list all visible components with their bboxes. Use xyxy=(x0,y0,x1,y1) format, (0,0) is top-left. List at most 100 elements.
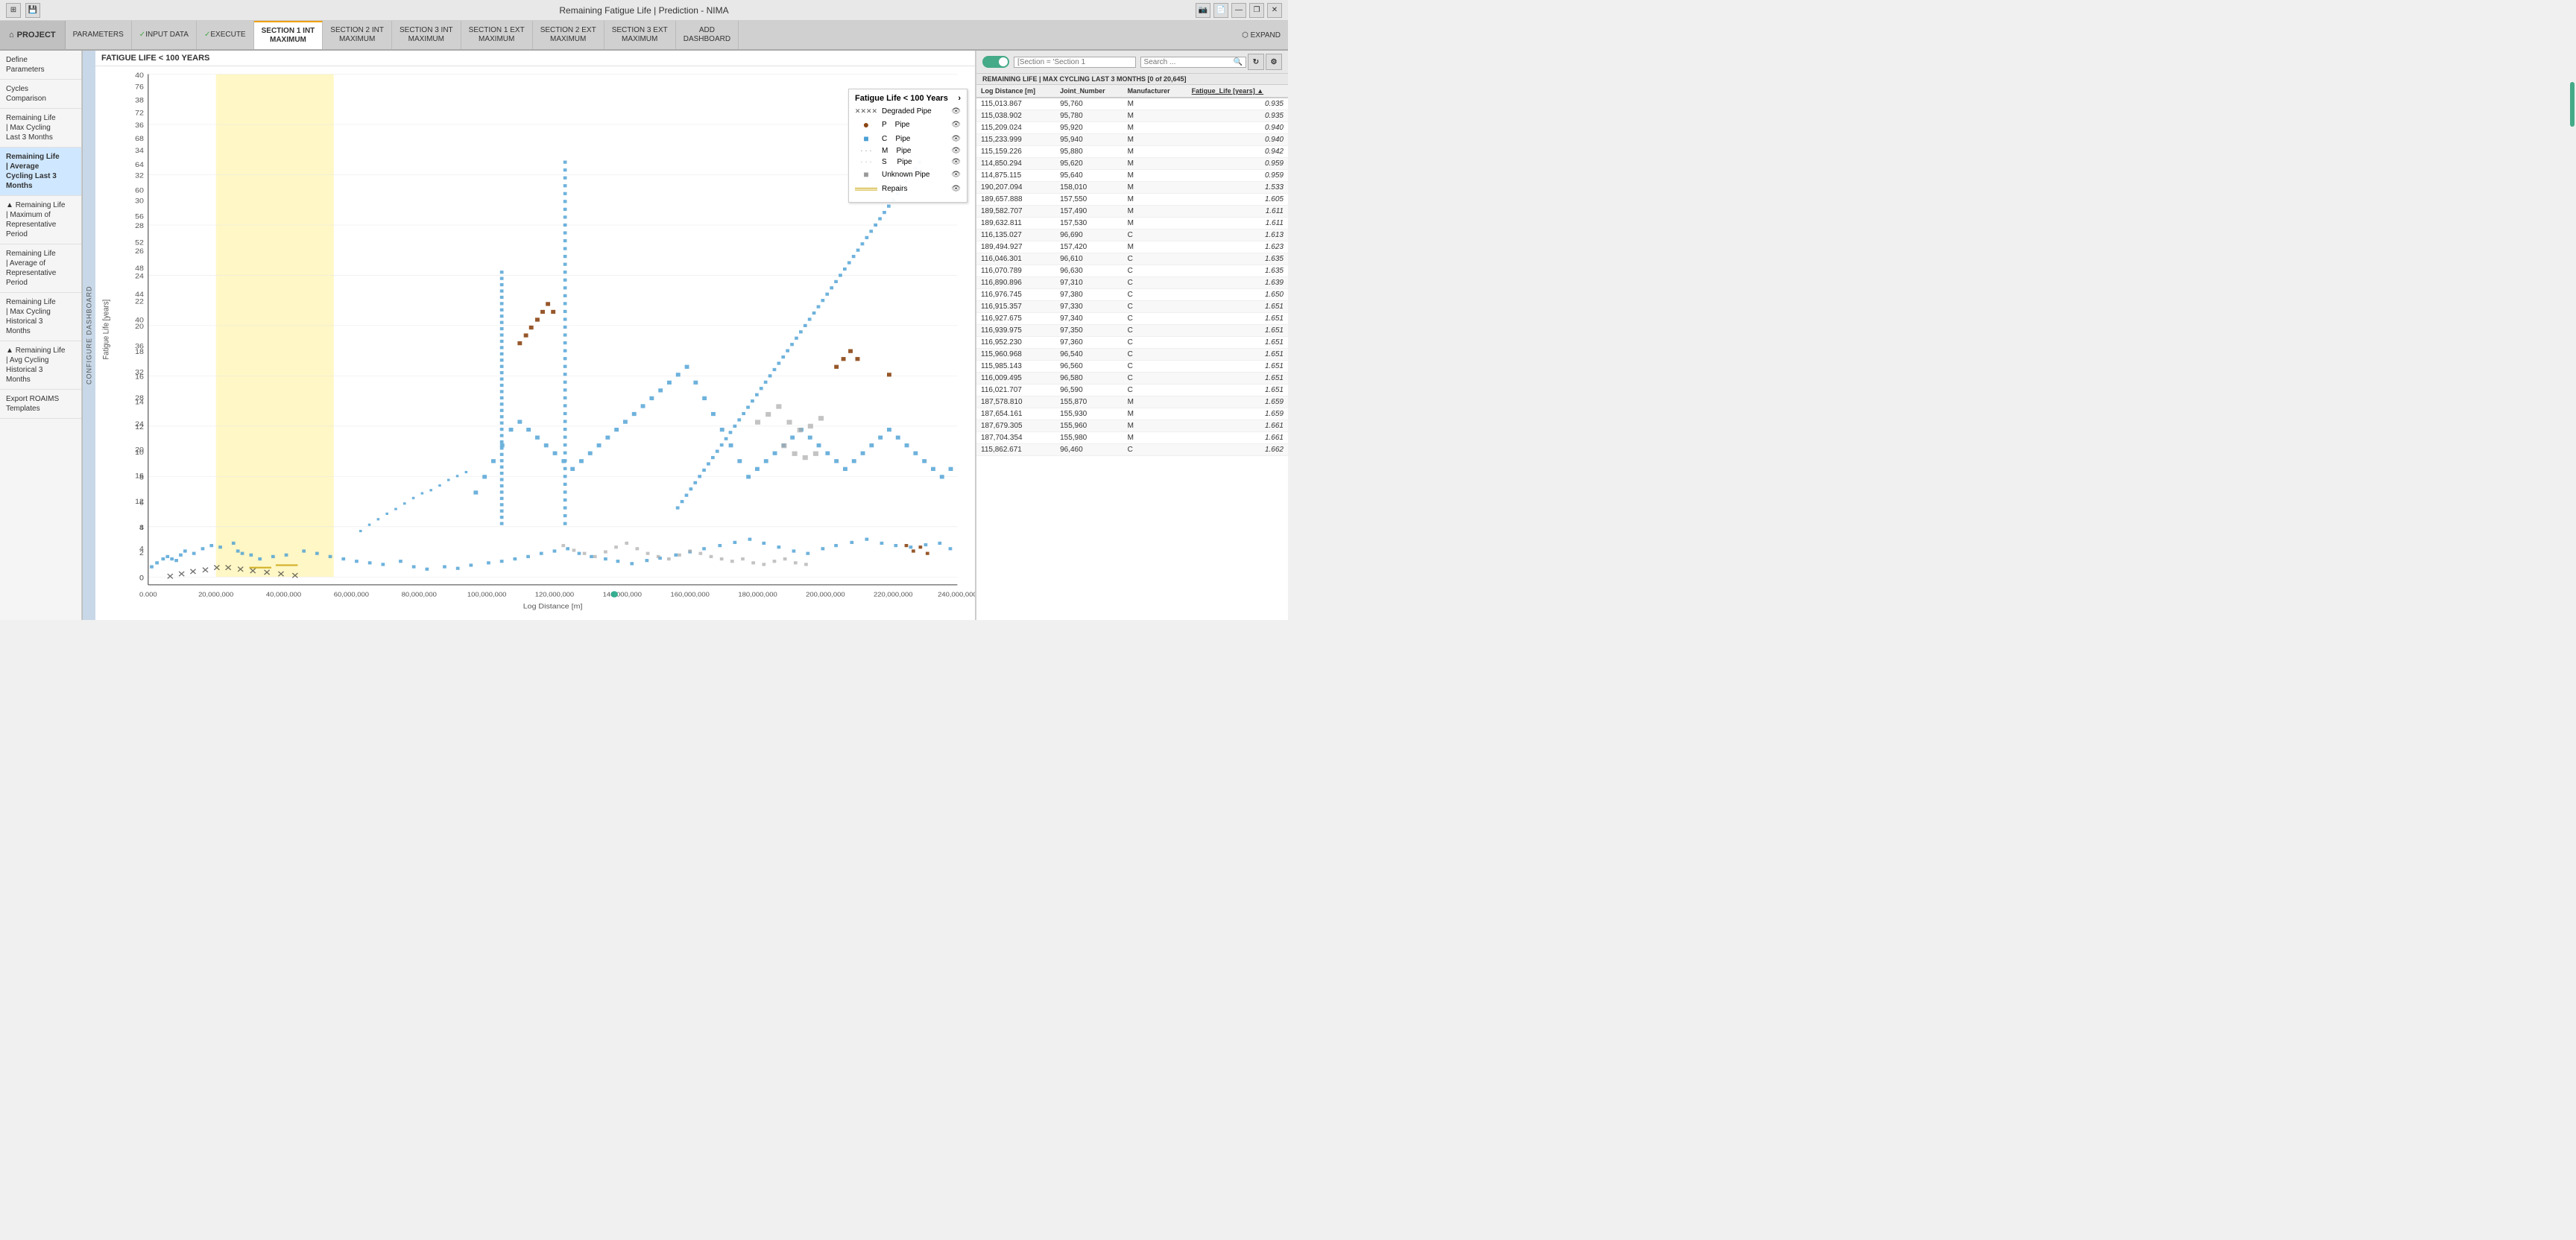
cell-fatigue-life: 1.650 xyxy=(1187,289,1288,301)
cell-log-distance: 187,704.354 xyxy=(976,432,1055,444)
expand-button[interactable]: ⬡ EXPAND xyxy=(1234,21,1288,49)
table-row[interactable]: 115,960.968 96,540 C 1.651 xyxy=(976,349,1288,361)
tab-add-dashboard[interactable]: ADDDASHBOARD xyxy=(676,21,739,49)
restore-btn[interactable]: ❐ xyxy=(1249,3,1264,18)
tab-section1-ext-max[interactable]: SECTION 1 EXTMAXIMUM xyxy=(461,21,533,49)
svg-text:38: 38 xyxy=(135,97,144,104)
sidebar-item-remaining-max[interactable]: Remaining Life| Max CyclingLast 3 Months xyxy=(0,109,81,148)
table-row[interactable]: 187,578.810 155,870 M 1.659 xyxy=(976,396,1288,408)
table-row[interactable]: 114,850.294 95,620 M 0.959 xyxy=(976,158,1288,170)
close-btn[interactable]: ✕ xyxy=(1267,3,1282,18)
tab-section3-ext-max[interactable]: SECTION 3 EXTMAXIMUM xyxy=(604,21,676,49)
data-table[interactable]: Log Distance [m] Joint_Number Manufactur… xyxy=(976,85,1288,620)
table-row[interactable]: 116,927.675 97,340 C 1.651 xyxy=(976,313,1288,325)
cell-joint-number: 95,620 xyxy=(1055,158,1123,170)
filter-input-container[interactable] xyxy=(1014,57,1136,68)
sidebar-item-remaining-avg[interactable]: Remaining Life| AverageCycling Last 3Mon… xyxy=(0,148,81,196)
table-row[interactable]: 190,207.094 158,010 M 1.533 xyxy=(976,182,1288,194)
table-row[interactable]: 116,976.745 97,380 C 1.650 xyxy=(976,289,1288,301)
table-row[interactable]: 189,582.707 157,490 M 1.611 xyxy=(976,206,1288,218)
legend-eye-c-pipe[interactable]: 👁 xyxy=(951,135,961,143)
file-btn[interactable]: 📄 xyxy=(1213,3,1228,18)
cell-manufacturer: C xyxy=(1123,265,1187,277)
table-row[interactable]: 115,209.024 95,920 M 0.940 xyxy=(976,122,1288,134)
legend-item-c-pipe: ■ C Pipe 👁 xyxy=(855,133,961,144)
search-icon[interactable]: 🔍 xyxy=(1234,58,1243,66)
table-row[interactable]: 116,009.495 96,580 C 1.651 xyxy=(976,373,1288,385)
minimize-btn[interactable]: — xyxy=(1231,3,1246,18)
svg-text:Log Distance [m]: Log Distance [m] xyxy=(523,603,583,610)
table-row[interactable]: 189,632.811 157,530 M 1.611 xyxy=(976,218,1288,230)
tab-section3-int-max[interactable]: SECTION 3 INTMAXIMUM xyxy=(392,21,461,49)
table-row[interactable]: 116,046.301 96,610 C 1.635 xyxy=(976,253,1288,265)
table-row[interactable]: 116,021.707 96,590 C 1.651 xyxy=(976,385,1288,396)
legend-eye-s-pipe[interactable]: 👁 xyxy=(951,158,961,166)
sidebar-item-remaining-avg-hist[interactable]: ▲ Remaining Life| Avg CyclingHistorical … xyxy=(0,341,81,390)
tab-input-data[interactable]: ✓ INPUT DATA xyxy=(132,21,197,49)
table-row[interactable]: 116,135.027 96,690 C 1.613 xyxy=(976,230,1288,241)
tab-execute[interactable]: ✓ EXECUTE xyxy=(197,21,254,49)
tab-section2-int-max[interactable]: SECTION 2 INTMAXIMUM xyxy=(323,21,392,49)
cell-manufacturer: C xyxy=(1123,289,1187,301)
table-row[interactable]: 116,939.975 97,350 C 1.651 xyxy=(976,325,1288,337)
legend-eye-unknown-pipe[interactable]: 👁 xyxy=(951,171,961,179)
table-row[interactable]: 187,679.305 155,960 M 1.661 xyxy=(976,420,1288,432)
sidebar-item-export[interactable]: Export ROAIMSTemplates xyxy=(0,390,81,419)
filter-input[interactable] xyxy=(1017,58,1132,66)
tab-section1-int-max[interactable]: SECTION 1 INTMAXIMUM xyxy=(254,21,323,49)
table-row[interactable]: 114,875.115 95,640 M 0.959 xyxy=(976,170,1288,182)
table-row[interactable]: 189,657.888 157,550 M 1.605 xyxy=(976,194,1288,206)
legend-eye-repairs[interactable]: 👁 xyxy=(951,185,961,193)
svg-text:180,000,000: 180,000,000 xyxy=(738,591,777,598)
sidebar-item-remaining-max-rep[interactable]: ▲ Remaining Life| Maximum ofRepresentati… xyxy=(0,196,81,244)
table-row[interactable]: 189,494.927 157,420 M 1.623 xyxy=(976,241,1288,253)
legend-eye-p-pipe[interactable]: 👁 xyxy=(951,121,961,129)
tab-section2-ext-max[interactable]: SECTION 2 EXTMAXIMUM xyxy=(533,21,604,49)
legend-eye-m-pipe[interactable]: 👁 xyxy=(951,147,961,155)
table-row[interactable]: 187,704.354 155,980 M 1.661 xyxy=(976,432,1288,444)
col-header-log-distance[interactable]: Log Distance [m] xyxy=(976,85,1055,98)
cell-log-distance: 115,960.968 xyxy=(976,349,1055,361)
configure-dashboard-strip[interactable]: CONFIGURE DASHBOARD xyxy=(82,51,95,620)
table-header-row: Log Distance [m] Joint_Number Manufactur… xyxy=(976,85,1288,98)
legend-eye-degraded[interactable]: 👁 xyxy=(951,107,961,116)
sidebar-item-define-params[interactable]: DefineParameters xyxy=(0,51,81,80)
col-header-fatigue-life[interactable]: Fatigue_Life [years] ▲ xyxy=(1187,85,1288,98)
table-row[interactable]: 115,038.902 95,780 M 0.935 xyxy=(976,110,1288,122)
refresh-btn[interactable]: ↻ xyxy=(1248,54,1264,70)
data-panel: 🔍 ↻ ⚙ REMAINING LIFE | MAX CYCLING LAST … xyxy=(975,51,1288,620)
toggle-switch[interactable] xyxy=(982,56,1009,68)
table-row[interactable]: 116,915.357 97,330 C 1.651 xyxy=(976,301,1288,313)
table-row[interactable]: 115,159.226 95,880 M 0.942 xyxy=(976,146,1288,158)
table-row[interactable]: 116,890.896 97,310 C 1.639 xyxy=(976,277,1288,289)
svg-text:20,000,000: 20,000,000 xyxy=(198,591,233,598)
sidebar-item-remaining-max-hist[interactable]: Remaining Life| Max CyclingHistorical 3M… xyxy=(0,293,81,341)
sidebar-item-cycles[interactable]: CyclesComparison xyxy=(0,80,81,109)
data-panel-header: 🔍 ↻ ⚙ xyxy=(976,51,1288,74)
cell-fatigue-life: 1.635 xyxy=(1187,265,1288,277)
table-row[interactable]: 115,862.671 96,460 C 1.662 xyxy=(976,444,1288,456)
chart-container[interactable]: 0 4 8 12 16 20 24 28 32 36 40 44 48 52 5… xyxy=(95,66,975,616)
cell-log-distance: 187,578.810 xyxy=(976,396,1055,408)
screenshot-btn[interactable]: 📷 xyxy=(1196,3,1210,18)
table-row[interactable]: 115,985.143 96,560 C 1.651 xyxy=(976,361,1288,373)
home-tab[interactable]: ⌂ PROJECT xyxy=(0,21,66,49)
tab-parameters[interactable]: PARAMETERS xyxy=(66,21,132,49)
table-row[interactable]: 116,952.230 97,360 C 1.651 xyxy=(976,337,1288,349)
col-header-joint-number[interactable]: Joint_Number xyxy=(1055,85,1123,98)
cell-log-distance: 189,657.888 xyxy=(976,194,1055,206)
search-input[interactable] xyxy=(1144,58,1234,66)
table-row[interactable]: 115,233.999 95,940 M 0.940 xyxy=(976,134,1288,146)
col-header-manufacturer[interactable]: Manufacturer xyxy=(1123,85,1187,98)
settings-btn[interactable]: ⚙ xyxy=(1266,54,1282,70)
icon-btn-1[interactable]: ⊞ xyxy=(6,3,21,18)
table-row[interactable]: 116,070.789 96,630 C 1.635 xyxy=(976,265,1288,277)
cell-log-distance: 115,862.671 xyxy=(976,444,1055,456)
legend-expand-icon[interactable]: › xyxy=(958,94,961,103)
search-input-wrapper[interactable]: 🔍 xyxy=(1140,57,1246,68)
cell-fatigue-life: 0.935 xyxy=(1187,98,1288,110)
sidebar-item-remaining-avg-rep[interactable]: Remaining Life| Average ofRepresentative… xyxy=(0,244,81,293)
table-row[interactable]: 115,013.867 95,760 M 0.935 xyxy=(976,98,1288,110)
icon-btn-2[interactable]: 💾 xyxy=(25,3,40,18)
table-row[interactable]: 187,654.161 155,930 M 1.659 xyxy=(976,408,1288,420)
